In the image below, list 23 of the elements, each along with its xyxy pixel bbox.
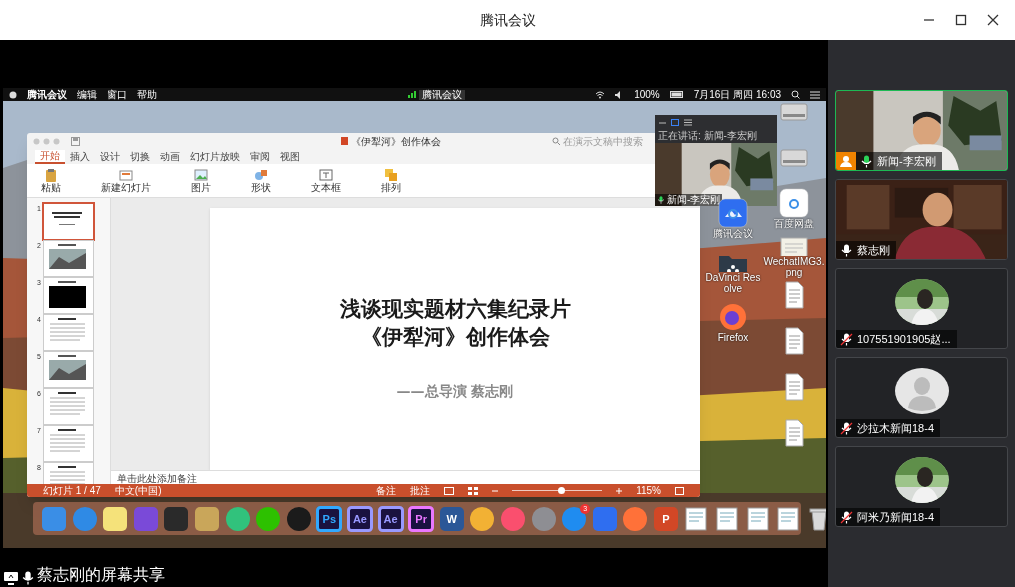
avatar-icon xyxy=(894,368,949,414)
muted-mic-icon[interactable] xyxy=(840,332,853,346)
participant-tile[interactable]: 蔡志刚 xyxy=(835,179,1008,260)
mic-icon[interactable] xyxy=(860,154,873,168)
participant-name: 阿米乃新闻18-4 xyxy=(857,509,935,525)
participant-name: 新闻-李宏刚 xyxy=(877,153,936,169)
muted-mic-icon[interactable] xyxy=(840,510,853,524)
maximize-icon xyxy=(955,14,967,26)
participant-name: 蔡志刚 xyxy=(857,242,890,258)
window-title: 腾讯会议 xyxy=(479,10,536,30)
participant-name: 107551901905赵... xyxy=(857,331,951,347)
participant-name: 沙拉木新闻18-4 xyxy=(857,420,935,436)
screen-share-caption: 蔡志刚的屏幕共享 xyxy=(37,565,165,585)
close-icon xyxy=(987,14,999,26)
screen-share-icon xyxy=(3,571,19,585)
mic-icon[interactable] xyxy=(840,243,853,257)
participant-tile[interactable]: 新闻-李宏刚 xyxy=(835,90,1008,171)
mic-icon[interactable] xyxy=(21,571,35,585)
participant-tile[interactable]: 阿米乃新闻18-4 xyxy=(835,446,1008,527)
participant-tile[interactable]: 107551901905赵... xyxy=(835,268,1008,349)
person-icon xyxy=(840,155,852,167)
muted-mic-icon[interactable] xyxy=(840,421,853,435)
participant-tile[interactable]: 沙拉木新闻18-4 xyxy=(835,357,1008,438)
